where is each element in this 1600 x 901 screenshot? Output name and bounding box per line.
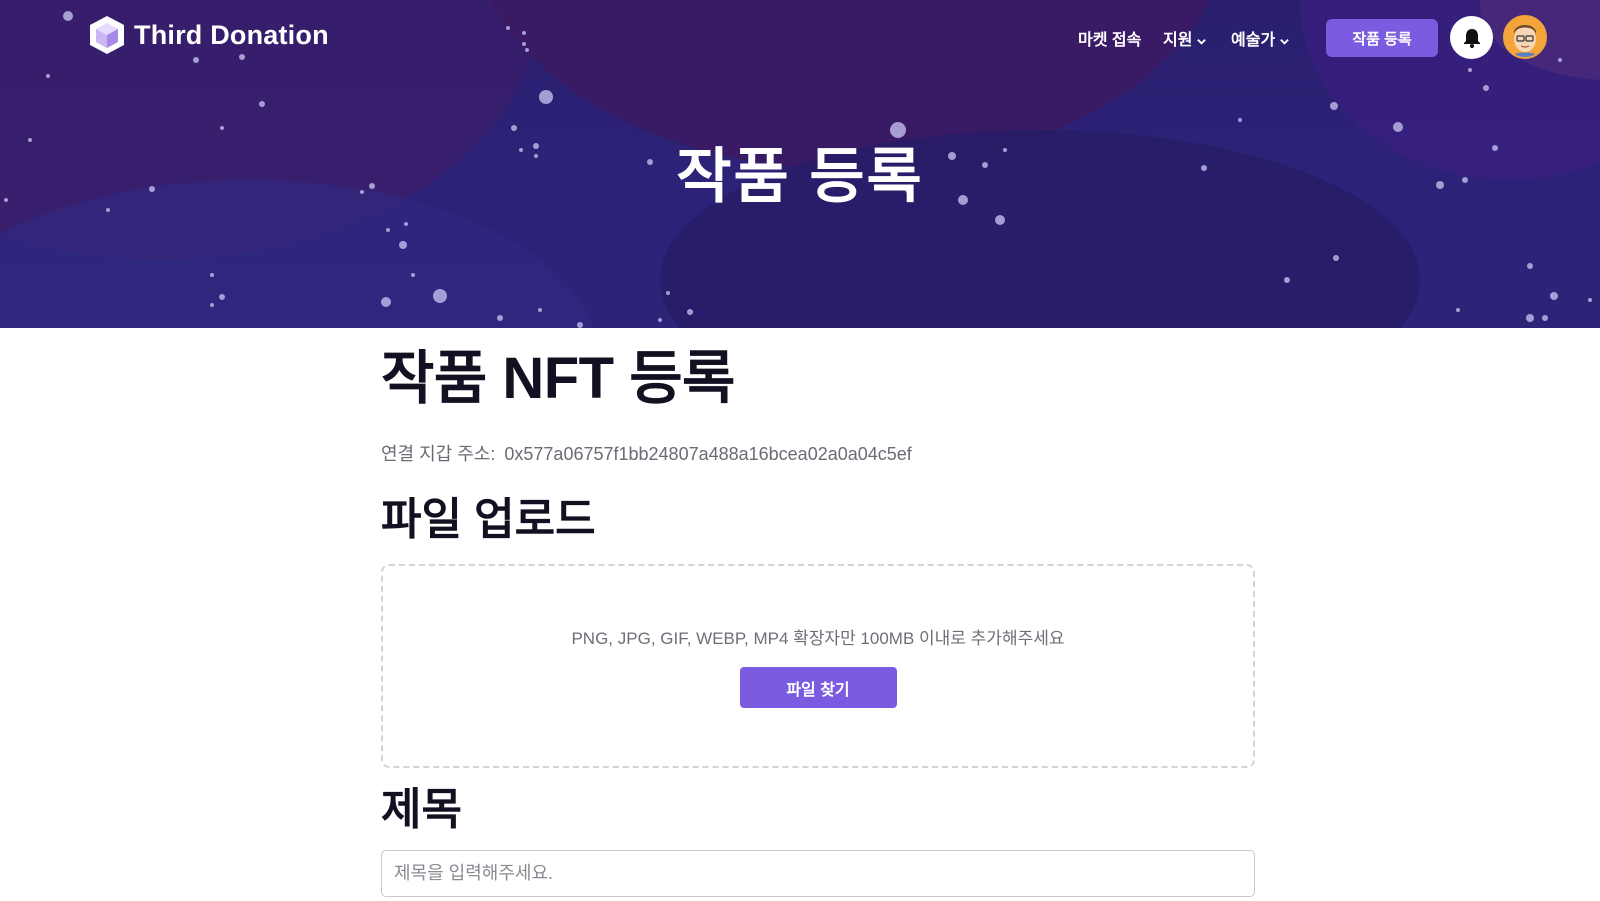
nav-item-market[interactable]: 마켓 접속 (1078, 26, 1141, 50)
brand-logo[interactable]: Third Donation (88, 14, 329, 56)
nav-item-label: 지원 (1163, 32, 1193, 49)
find-file-button[interactable]: 파일 찾기 (739, 667, 897, 708)
cube-logo-icon (90, 16, 124, 54)
hero-banner: Third Donation 마켓 접속 지원 예술가 작품 등록 작품 등록 (0, 0, 1600, 328)
chevron-down-icon (1197, 38, 1207, 45)
chevron-down-icon (1280, 38, 1289, 45)
main-content: 작품 NFT 등록 연결 지갑 주소: 0x577a06757f1bb24807… (381, 328, 1255, 897)
page-title: 작품 NFT 등록 (381, 346, 735, 411)
register-artwork-button[interactable]: 작품 등록 (1326, 19, 1438, 57)
user-avatar-icon (1505, 17, 1545, 57)
notifications-button[interactable] (1450, 16, 1493, 59)
avatar[interactable] (1503, 15, 1547, 59)
upload-hint: PNG, JPG, GIF, WEBP, MP4 확장자만 100MB 이내로 … (571, 629, 1065, 648)
wallet-label: 연결 지갑 주소: (381, 444, 496, 464)
title-section-title: 제목 (381, 785, 462, 834)
title-input[interactable] (381, 850, 1255, 897)
nav-item-support[interactable]: 지원 (1163, 26, 1207, 50)
nav-item-label: 예술가 (1231, 32, 1276, 49)
hero-title: 작품 등록 (676, 143, 924, 210)
bell-icon (1463, 28, 1480, 48)
top-navbar: Third Donation 마켓 접속 지원 예술가 작품 등록 (0, 0, 1600, 72)
brand-name: Third Donation (134, 19, 329, 50)
upload-section-title: 파일 업로드 (381, 495, 596, 544)
wallet-address-row: 연결 지갑 주소: 0x577a06757f1bb24807a488a16bce… (381, 440, 1255, 466)
wallet-address: 0x577a06757f1bb24807a488a16bcea02a0a04c5… (504, 444, 912, 464)
nav-item-artist[interactable]: 예술가 (1231, 26, 1290, 50)
file-dropzone[interactable]: PNG, JPG, GIF, WEBP, MP4 확장자만 100MB 이내로 … (381, 564, 1255, 768)
nav-item-label: 마켓 접속 (1078, 32, 1142, 49)
